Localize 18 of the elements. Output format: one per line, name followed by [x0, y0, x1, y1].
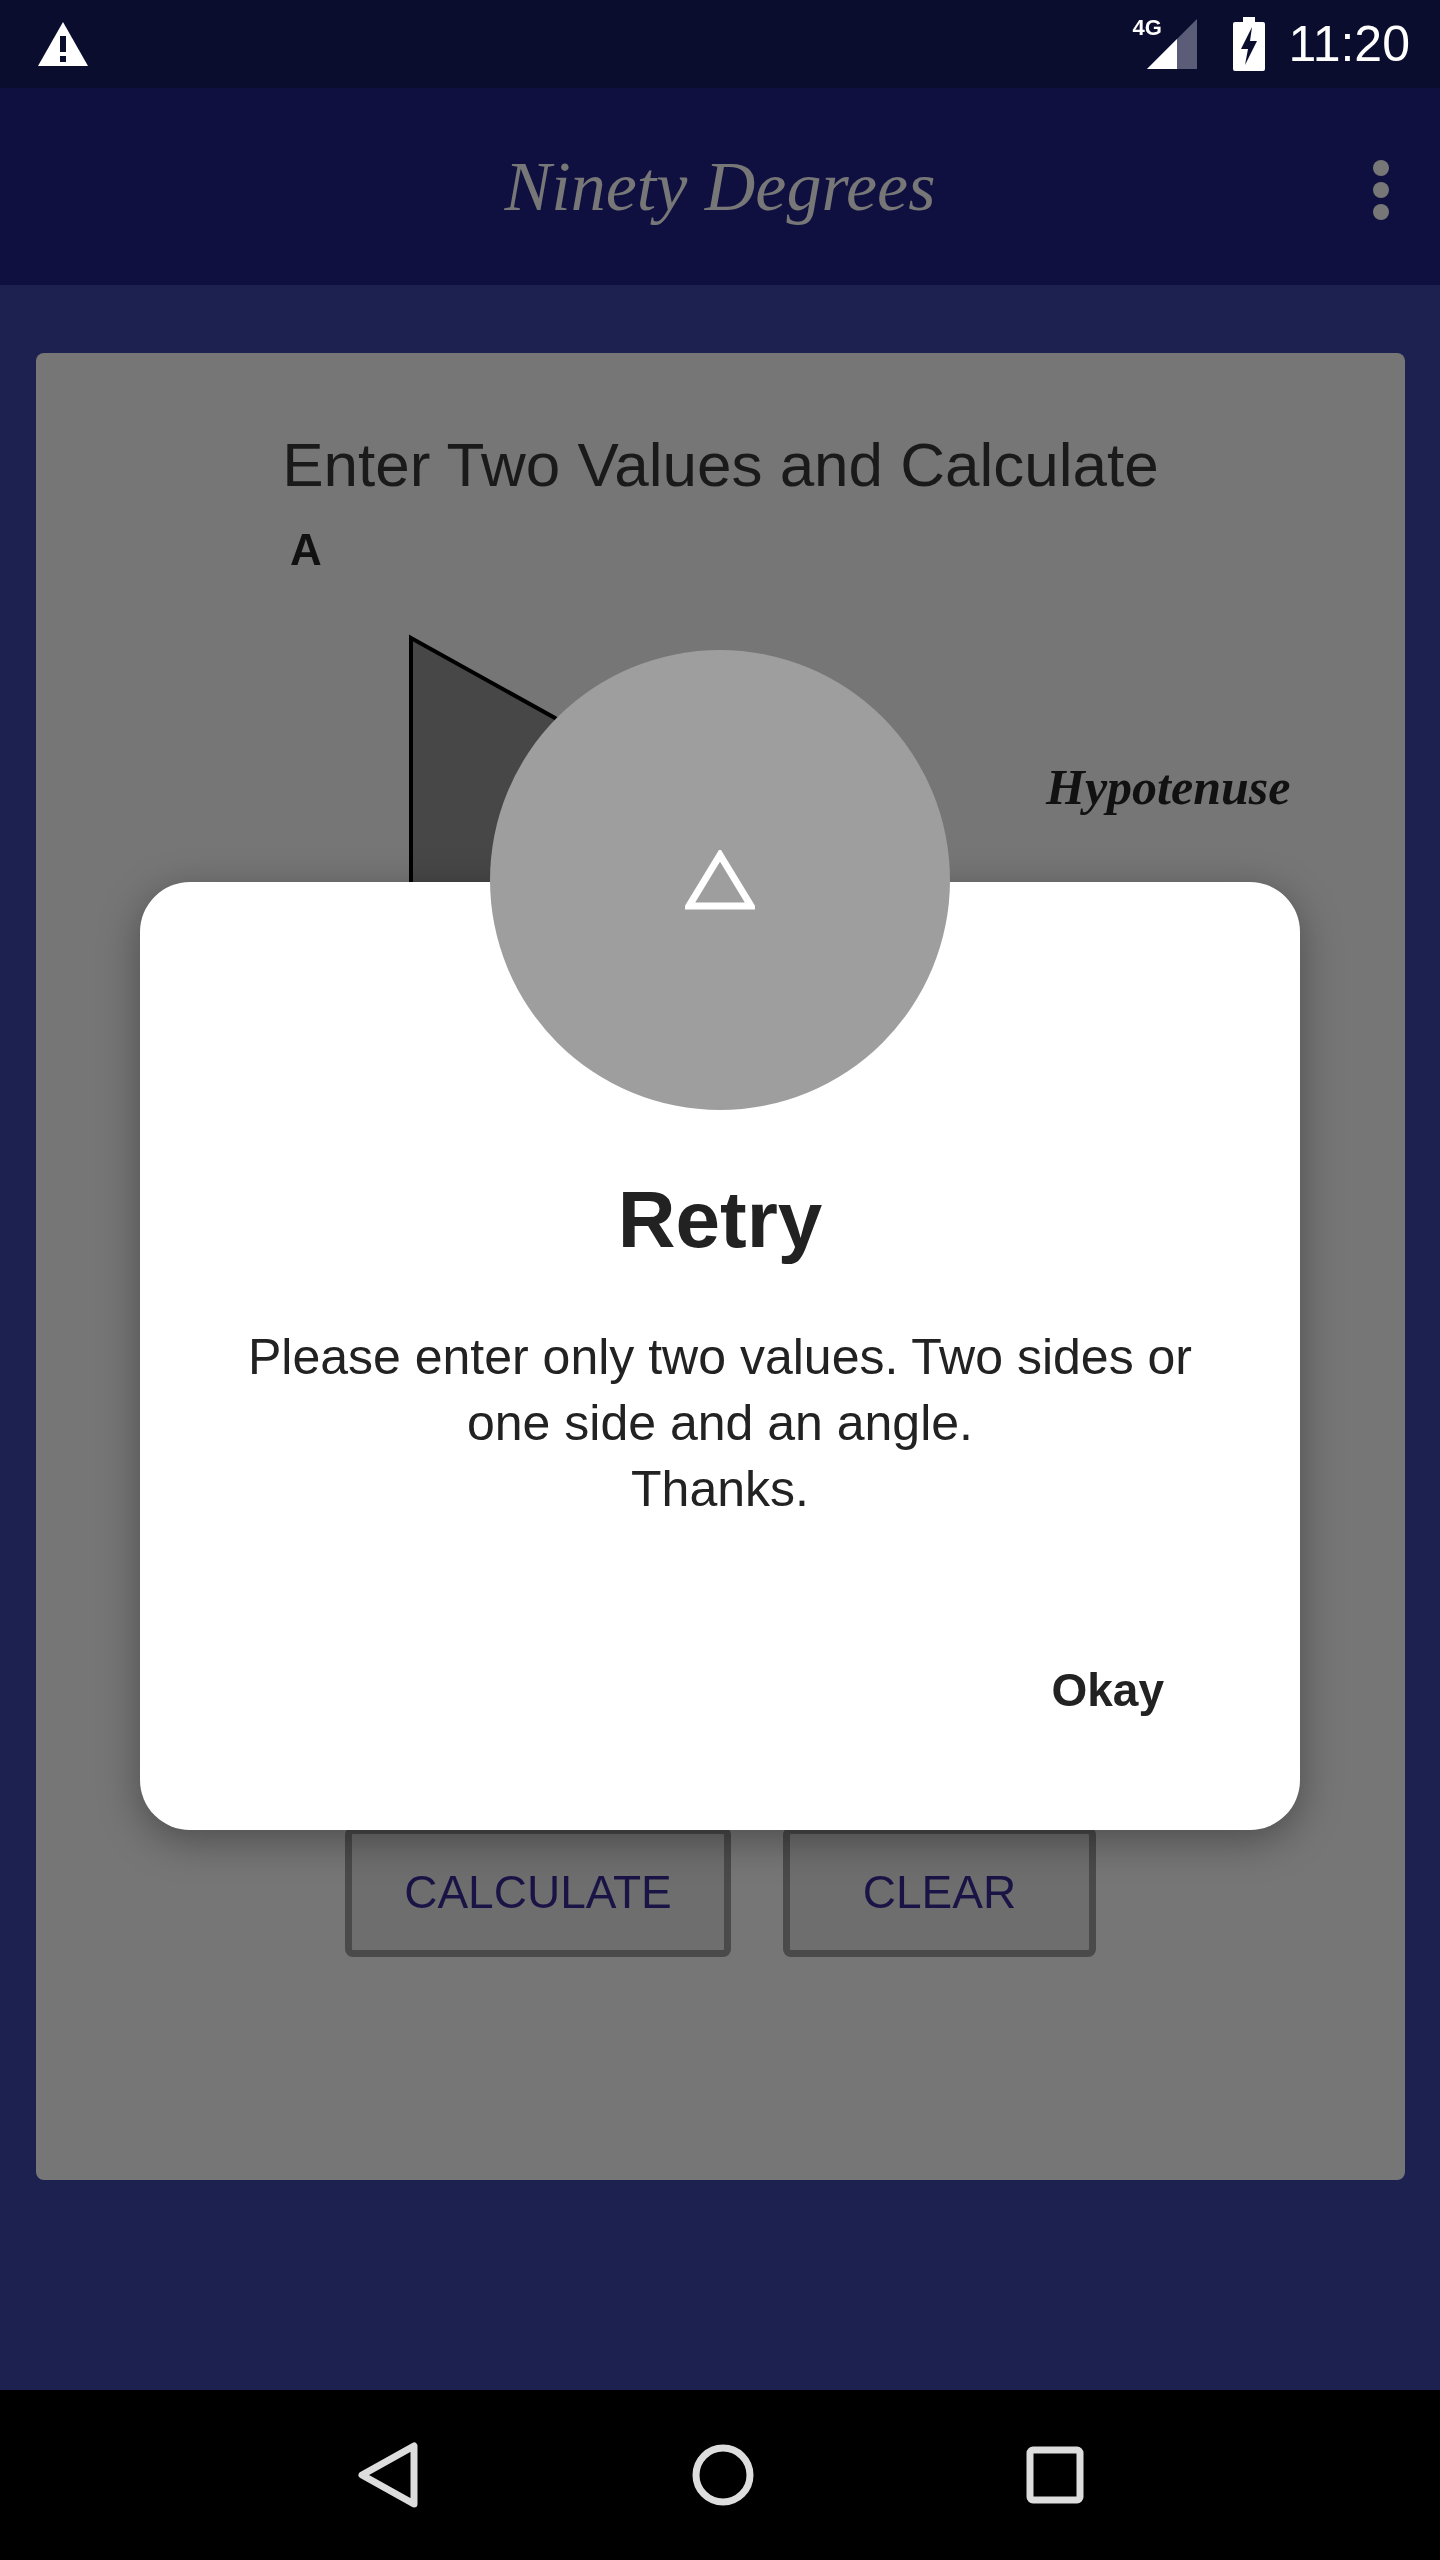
vertex-label: A [290, 525, 322, 575]
warning-icon [36, 20, 90, 68]
calculate-button[interactable]: CALCULATE [345, 1827, 731, 1957]
dialog-title: Retry [617, 1174, 823, 1266]
hypotenuse-label: Hypotenuse [1046, 758, 1291, 816]
recent-apps-icon[interactable] [1026, 2446, 1085, 2504]
dialog-message: Please enter only two values. Two sides or one side and an angle. Thanks. [247, 1328, 1193, 1519]
battery-charging-icon [1232, 17, 1265, 71]
triangle-icon [685, 850, 755, 910]
card-heading: Enter Two Values and Calculate [282, 429, 1159, 501]
app-title: Ninety Degrees [504, 146, 936, 227]
clear-button[interactable]: CLEAR [783, 1827, 1096, 1957]
okay-button[interactable]: Okay [1035, 1650, 1180, 1730]
network-type: 4G [1132, 15, 1162, 41]
clock-time: 11:20 [1288, 15, 1410, 73]
more-options-icon[interactable] [1372, 160, 1390, 220]
back-icon[interactable] [355, 2440, 420, 2510]
home-icon[interactable] [691, 2443, 755, 2507]
